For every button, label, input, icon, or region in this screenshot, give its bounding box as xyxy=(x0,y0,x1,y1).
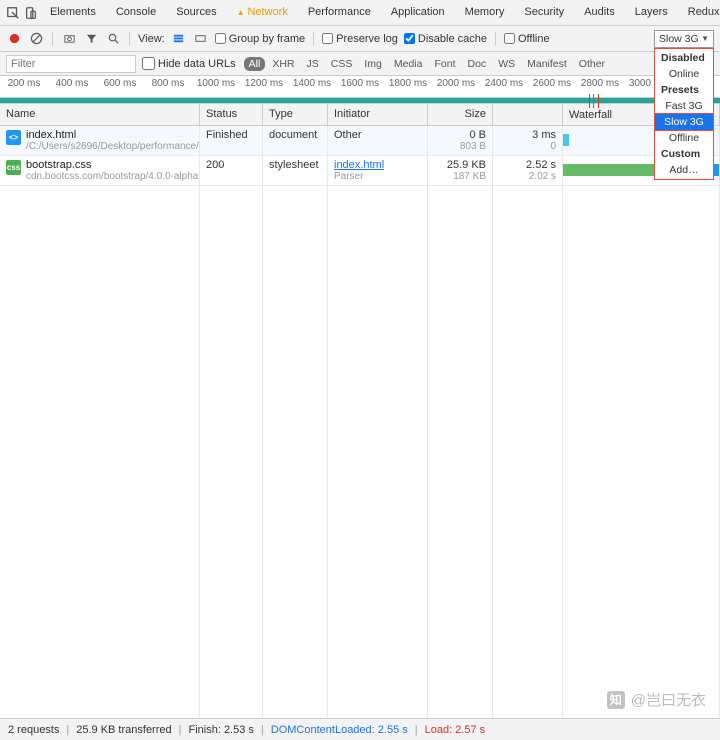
separator xyxy=(52,32,53,46)
status-bar: 2 requests| 25.9 KB transferred| Finish:… xyxy=(0,718,720,740)
chip-ws[interactable]: WS xyxy=(493,57,520,71)
status-finish: Finish: 2.53 s xyxy=(188,724,253,736)
throttle-opt-online[interactable]: Online xyxy=(655,66,713,82)
status-dcl: DOMContentLoaded: 2.55 s xyxy=(271,724,408,736)
large-rows-icon[interactable] xyxy=(171,31,187,47)
html-file-icon: <> xyxy=(6,130,21,145)
col-name[interactable]: Name xyxy=(0,104,200,125)
chip-font[interactable]: Font xyxy=(429,57,460,71)
tab-console[interactable]: Console xyxy=(106,0,166,26)
separator xyxy=(495,32,496,46)
filter-icon[interactable] xyxy=(83,31,99,47)
throttle-dropdown: DisabledOnlinePresetsFast 3GSlow 3GOffli… xyxy=(654,48,714,180)
col-status[interactable]: Status xyxy=(200,104,263,125)
chip-css[interactable]: CSS xyxy=(326,57,358,71)
tab-audits[interactable]: Audits xyxy=(574,0,625,26)
chip-xhr[interactable]: XHR xyxy=(267,57,299,71)
empty-grid xyxy=(0,186,720,740)
throttle-opt-offline[interactable]: Offline xyxy=(655,130,713,146)
tab-memory[interactable]: Memory xyxy=(455,0,515,26)
throttle-opt-fast-3g[interactable]: Fast 3G xyxy=(655,98,713,114)
inspect-icon[interactable] xyxy=(6,4,20,22)
css-file-icon: css xyxy=(6,160,21,175)
timeline-overview[interactable]: 200 ms400 ms600 ms800 ms1000 ms1200 ms14… xyxy=(0,76,720,98)
preserve-log-checkbox[interactable]: Preserve log xyxy=(322,33,398,45)
separator xyxy=(129,32,130,46)
clear-icon[interactable] xyxy=(28,31,44,47)
col-type[interactable]: Type xyxy=(263,104,328,125)
initiator-link[interactable]: index.html xyxy=(334,159,384,171)
timeline-band xyxy=(0,98,720,104)
table-header: Name Status Type Initiator Size Waterfal… xyxy=(0,104,720,126)
tab-performance[interactable]: Performance xyxy=(298,0,381,26)
tab-elements[interactable]: Elements xyxy=(40,0,106,26)
waterfall-bar xyxy=(563,134,569,146)
chip-other[interactable]: Other xyxy=(574,57,610,71)
tab-security[interactable]: Security xyxy=(514,0,574,26)
capture-icon[interactable] xyxy=(61,31,77,47)
chip-media[interactable]: Media xyxy=(389,57,428,71)
chip-manifest[interactable]: Manifest xyxy=(522,57,572,71)
separator xyxy=(313,32,314,46)
table-row[interactable]: <>index.html/C:/Users/s2696/Desktop/perf… xyxy=(0,126,720,156)
status-requests: 2 requests xyxy=(8,724,59,736)
tab-network[interactable]: Network xyxy=(227,0,298,26)
record-icon[interactable] xyxy=(6,31,22,47)
tab-application[interactable]: Application xyxy=(381,0,455,26)
col-initiator[interactable]: Initiator xyxy=(328,104,428,125)
col-size[interactable]: Size xyxy=(428,104,493,125)
throttle-opt-slow-3g[interactable]: Slow 3G xyxy=(654,113,714,131)
device-icon[interactable] xyxy=(24,4,38,22)
filter-input[interactable] xyxy=(6,55,136,73)
tab-redux[interactable]: Redux xyxy=(678,0,720,26)
tab-sources[interactable]: Sources xyxy=(166,0,226,26)
view-label: View: xyxy=(138,33,165,45)
status-load: Load: 2.57 s xyxy=(425,724,486,736)
chip-all[interactable]: All xyxy=(244,57,266,71)
watermark: 知 @岂曰无衣 xyxy=(607,689,706,710)
chip-img[interactable]: Img xyxy=(359,57,387,71)
col-time[interactable] xyxy=(493,104,563,125)
offline-checkbox[interactable]: Offline xyxy=(504,33,550,45)
group-by-frame-checkbox[interactable]: Group by frame xyxy=(215,33,305,45)
throttle-opt-add-[interactable]: Add… xyxy=(655,162,713,178)
table-row[interactable]: cssbootstrap.csscdn.bootcss.com/bootstra… xyxy=(0,156,720,186)
search-icon[interactable] xyxy=(105,31,121,47)
disable-cache-checkbox[interactable]: Disable cache xyxy=(404,33,487,45)
chip-doc[interactable]: Doc xyxy=(463,57,492,71)
status-transferred: 25.9 KB transferred xyxy=(76,724,171,736)
hide-data-urls-checkbox[interactable]: Hide data URLs xyxy=(142,57,236,70)
tab-layers[interactable]: Layers xyxy=(625,0,678,26)
overview-icon[interactable] xyxy=(193,31,209,47)
zhihu-icon: 知 xyxy=(607,691,625,709)
throttle-select[interactable]: Slow 3G▼ xyxy=(654,30,714,48)
chip-js[interactable]: JS xyxy=(302,57,324,71)
